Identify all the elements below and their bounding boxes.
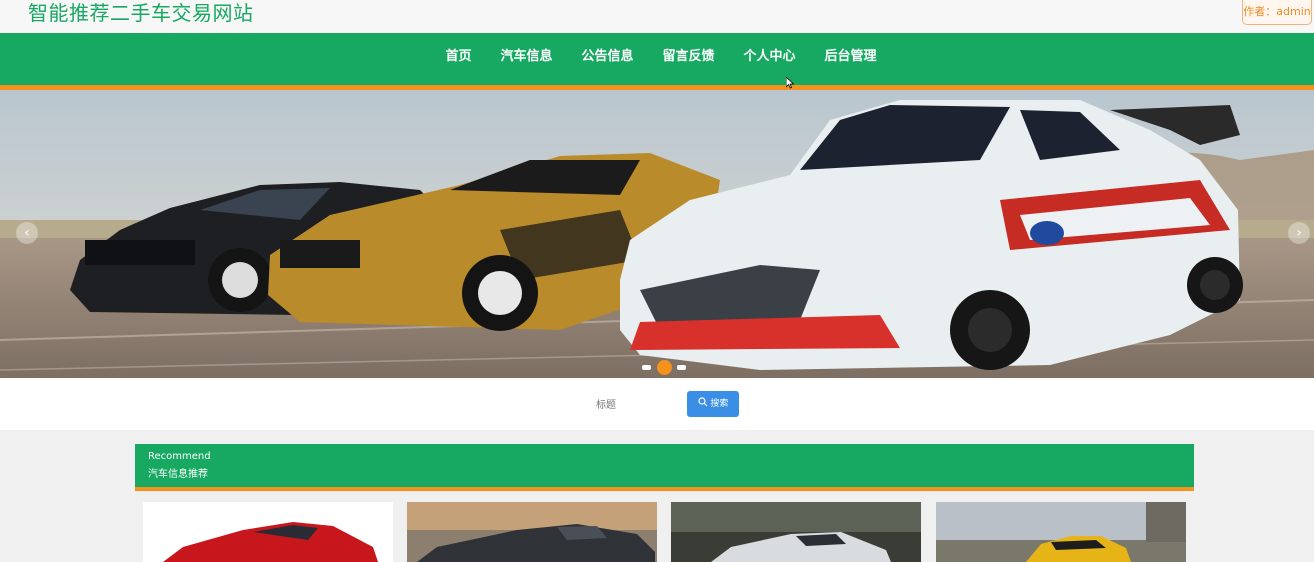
banner-carousel[interactable]: ‹ › [0, 90, 1314, 378]
car-card-2[interactable] [407, 502, 657, 562]
search-button-label: 搜索 [710, 399, 729, 409]
carousel-next-button[interactable]: › [1288, 222, 1310, 244]
site-title: 智能推荐二手车交易网站 [28, 1, 254, 25]
car-card-4[interactable] [936, 502, 1186, 562]
carousel-dot-2[interactable] [657, 360, 672, 375]
main-nav: 首页 汽车信息 公告信息 留言反馈 个人中心 后台管理 [0, 33, 1314, 90]
nav-admin[interactable]: 后台管理 [817, 33, 877, 85]
banner-image [0, 90, 1314, 378]
nav-announcements[interactable]: 公告信息 [573, 33, 633, 85]
mouse-cursor-icon [786, 77, 794, 89]
car-card-1[interactable] [143, 502, 393, 562]
car-thumbnail-grey-muscle [407, 502, 657, 562]
nav-car-info[interactable]: 汽车信息 [492, 33, 552, 85]
car-thumbnail-silver-sedan [671, 502, 921, 562]
top-header: 智能推荐二手车交易网站 作者：admin [0, 0, 1314, 33]
nav-feedback[interactable]: 留言反馈 [655, 33, 715, 85]
carousel-dot-1[interactable] [642, 365, 651, 370]
search-bar: 标题 搜索 [0, 378, 1314, 430]
carousel-prev-button[interactable]: ‹ [16, 222, 38, 244]
recommend-header: Recommend 汽车信息推荐 [135, 444, 1194, 491]
nav-home[interactable]: 首页 [437, 33, 471, 85]
recommend-title-en: Recommend [148, 451, 211, 462]
carousel-indicators [640, 358, 700, 375]
search-icon [697, 397, 707, 407]
recommend-title-cn: 汽车信息推荐 [148, 469, 208, 480]
search-button[interactable]: 搜索 [687, 391, 739, 417]
author-badge: 作者：admin [1242, 0, 1312, 25]
car-thumbnail-red-sedan [143, 502, 393, 562]
carousel-dot-3[interactable] [677, 365, 686, 370]
recommend-car-list [143, 502, 1187, 562]
car-thumbnail-yellow-coupe [936, 502, 1186, 562]
car-card-3[interactable] [671, 502, 921, 562]
search-title-label: 标题 [596, 400, 616, 411]
